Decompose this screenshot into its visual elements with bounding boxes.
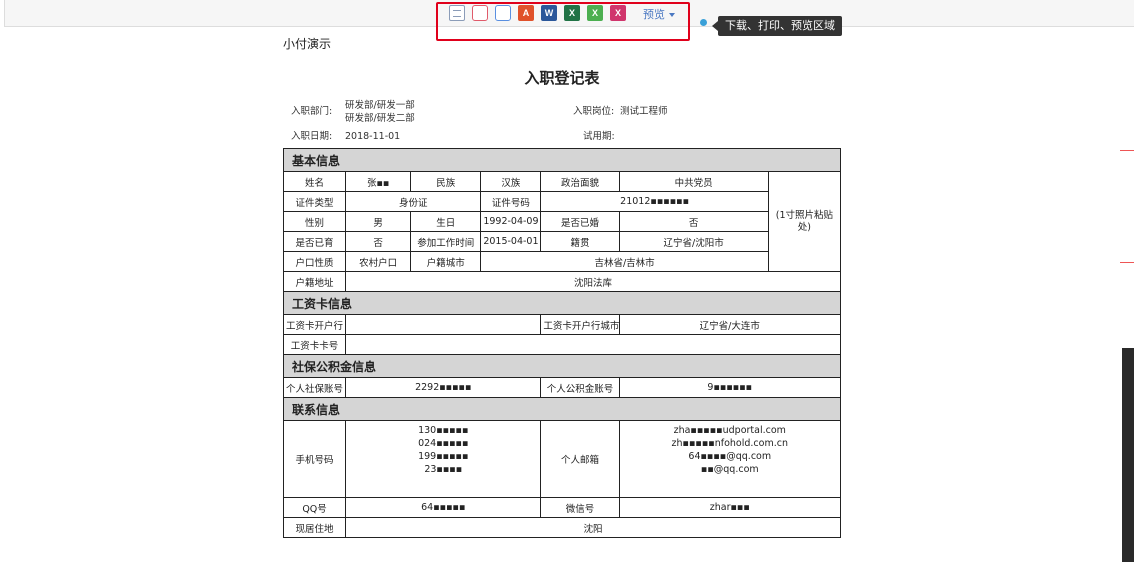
page-title: 入职登记表: [524, 69, 600, 87]
qq-label: QQ号: [282, 497, 347, 518]
email-item: 64▪▪▪▪@qq.com: [688, 451, 772, 462]
wechat-value: zhar▪▪▪: [618, 497, 842, 518]
email-label: 个人邮箱: [540, 420, 620, 498]
right-guide-line: [1120, 262, 1134, 263]
married-label: 是否已婚: [540, 211, 620, 232]
work-value: 2015-04-01: [480, 231, 542, 252]
tooltip-dot: [700, 19, 707, 26]
phone-label: 手机号码: [282, 420, 347, 498]
children-label: 是否已育: [282, 231, 347, 252]
idnum-value: 21012▪▪▪▪▪▪: [540, 191, 769, 212]
children-value: 否: [345, 231, 412, 252]
hukouaddr-label: 户籍地址: [282, 271, 347, 292]
qq-value: 64▪▪▪▪▪: [345, 497, 542, 518]
hf-label: 个人公积金账号: [540, 377, 620, 398]
photo-placeholder: (1寸照片粘贴处): [767, 171, 842, 272]
idtype-label: 证件类型: [282, 191, 347, 212]
birth-value: 1992-04-09: [480, 211, 542, 232]
email-item: zha▪▪▪▪▪udportal.com: [673, 425, 786, 436]
highlight-box: [436, 2, 690, 41]
section-social: 社保公积金信息: [283, 354, 841, 378]
phone-item: 23▪▪▪▪: [424, 464, 463, 475]
phone-item: 199▪▪▪▪▪: [418, 451, 469, 462]
bankcity-value: 辽宁省/大连市: [618, 314, 842, 335]
hf-value: 9▪▪▪▪▪▪: [618, 377, 842, 398]
email-list: zha▪▪▪▪▪udportal.com zh▪▪▪▪▪nfohold.com.…: [618, 420, 842, 498]
section-salary: 工资卡信息: [283, 291, 841, 315]
idnum-label: 证件号码: [480, 191, 542, 212]
ethnic-label: 民族: [410, 171, 482, 192]
section-basic: 基本信息: [283, 148, 841, 172]
registration-table: 基本信息 姓名 张▪▪ 民族 汉族 政治面貌 中共党员 (1寸照片粘贴处) 证件…: [282, 148, 842, 538]
position-label: 入职岗位:: [573, 106, 615, 117]
phone-item: 130▪▪▪▪▪: [418, 425, 469, 436]
native-value: 辽宁省/沈阳市: [618, 231, 769, 252]
gender-value: 男: [345, 211, 412, 232]
dept-value-2: 研发部/研发二部: [345, 113, 415, 124]
name-value: 张▪▪: [345, 171, 412, 192]
hukoucity-value: 吉林省/吉林市: [480, 251, 769, 272]
date-label: 入职日期:: [291, 131, 333, 142]
gender-label: 性别: [282, 211, 347, 232]
tooltip: 下载、打印、预览区域: [712, 16, 842, 36]
phone-item: 024▪▪▪▪▪: [418, 438, 469, 449]
dept-value-1: 研发部/研发一部: [345, 100, 415, 111]
native-label: 籍贯: [540, 231, 620, 252]
birth-label: 生日: [410, 211, 482, 232]
ss-label: 个人社保账号: [282, 377, 347, 398]
bank-label: 工资卡开户行: [282, 314, 347, 335]
right-edge-panel: [1122, 348, 1134, 562]
right-guide-line: [1120, 150, 1134, 151]
email-item: ▪▪@qq.com: [700, 464, 759, 475]
wechat-label: 微信号: [540, 497, 620, 518]
hukoucity-label: 户籍城市: [410, 251, 482, 272]
position-value: 测试工程师: [620, 106, 668, 117]
section-contact: 联系信息: [283, 397, 841, 421]
work-label: 参加工作时间: [410, 231, 482, 252]
dept-label: 入职部门:: [291, 106, 333, 117]
probation-label: 试用期:: [583, 131, 615, 142]
bank-value: [345, 314, 542, 335]
address-value: 沈阳: [345, 517, 841, 538]
name-label: 姓名: [282, 171, 347, 192]
date-value: 2018-11-01: [345, 131, 401, 142]
married-value: 否: [618, 211, 769, 232]
ethnic-value: 汉族: [480, 171, 542, 192]
address-label: 现居住地: [282, 517, 347, 538]
ss-value: 2292▪▪▪▪▪: [345, 377, 542, 398]
political-value: 中共党员: [618, 171, 769, 192]
hukou-label: 户口性质: [282, 251, 347, 272]
card-label: 工资卡卡号: [282, 334, 347, 355]
company-name: 小付演示: [283, 37, 332, 51]
bankcity-label: 工资卡开户行城市: [540, 314, 620, 335]
political-label: 政治面貌: [540, 171, 620, 192]
idtype-value: 身份证: [345, 191, 482, 212]
hukou-value: 农村户口: [345, 251, 412, 272]
email-item: zh▪▪▪▪▪nfohold.com.cn: [671, 438, 788, 449]
phone-list: 130▪▪▪▪▪ 024▪▪▪▪▪ 199▪▪▪▪▪ 23▪▪▪▪: [345, 420, 542, 498]
hukouaddr-value: 沈阳法库: [345, 271, 841, 292]
card-value: [345, 334, 841, 355]
